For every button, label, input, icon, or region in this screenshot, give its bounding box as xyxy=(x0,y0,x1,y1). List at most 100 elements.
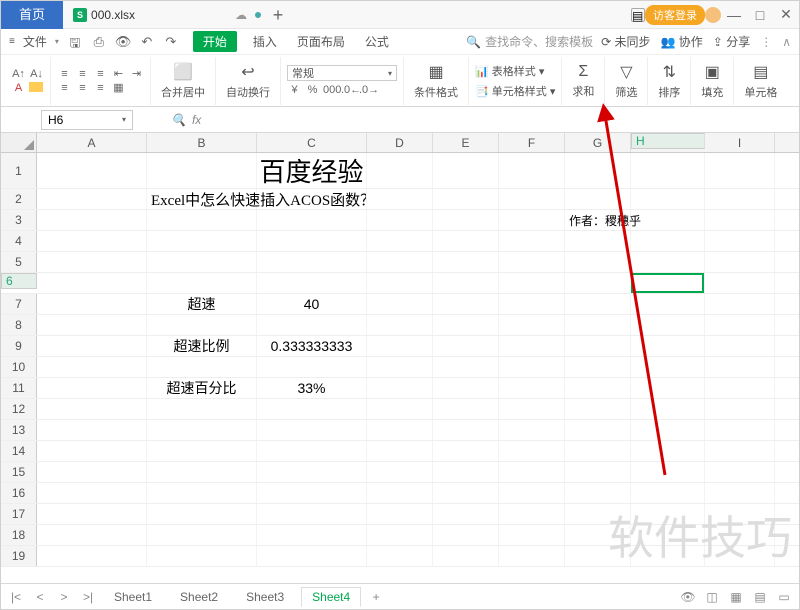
cell-G16[interactable] xyxy=(565,483,631,503)
row-header-16[interactable]: 16 xyxy=(1,483,37,503)
cell-G13[interactable] xyxy=(565,420,631,440)
indent-dec-icon[interactable]: ⇤ xyxy=(111,68,126,80)
cell-I16[interactable] xyxy=(705,483,775,503)
cell-B16[interactable] xyxy=(147,483,257,503)
view-reading-icon[interactable]: ▭ xyxy=(775,590,793,604)
cell-I10[interactable] xyxy=(705,357,775,377)
cell-A5[interactable] xyxy=(37,252,147,272)
align-middle-icon[interactable]: ≡ xyxy=(75,68,90,80)
cell-H12[interactable] xyxy=(631,399,705,419)
cell-B3[interactable] xyxy=(147,210,257,230)
close-button[interactable]: ✕ xyxy=(773,6,799,23)
search-box[interactable]: 🔍 查找命令、搜索模板 xyxy=(466,33,593,50)
merge-button[interactable]: ⬜合并居中 xyxy=(157,62,209,100)
cell-G1[interactable] xyxy=(565,153,631,188)
cell-I4[interactable] xyxy=(705,231,775,251)
cell-H11[interactable] xyxy=(631,378,705,398)
save-icon[interactable]: 🖫 xyxy=(67,34,83,50)
cell-G5[interactable] xyxy=(565,252,631,272)
cell-A13[interactable] xyxy=(37,420,147,440)
cell-G2[interactable] xyxy=(565,189,631,209)
cell-H13[interactable] xyxy=(631,420,705,440)
cell-F16[interactable] xyxy=(499,483,565,503)
cell-B7[interactable]: 超速 xyxy=(147,294,257,314)
cell-H7[interactable] xyxy=(631,294,705,314)
cell-E8[interactable] xyxy=(433,315,499,335)
align-right-icon[interactable]: ≡ xyxy=(93,82,108,94)
preview-icon[interactable]: 👁 xyxy=(115,34,131,50)
cell-G18[interactable] xyxy=(565,525,631,545)
cell-E3[interactable] xyxy=(433,210,499,230)
cell-A12[interactable] xyxy=(37,399,147,419)
cell-I3[interactable] xyxy=(705,210,775,230)
cell-C12[interactable] xyxy=(257,399,367,419)
row-header-19[interactable]: 19 xyxy=(1,546,37,566)
row-header-13[interactable]: 13 xyxy=(1,420,37,440)
cell-I15[interactable] xyxy=(705,462,775,482)
cell-C15[interactable] xyxy=(257,462,367,482)
cell-A9[interactable] xyxy=(37,336,147,356)
cell-E12[interactable] xyxy=(433,399,499,419)
cell-B4[interactable] xyxy=(147,231,257,251)
cell-D6[interactable] xyxy=(367,273,433,293)
cell-A19[interactable] xyxy=(37,546,147,566)
cell-F5[interactable] xyxy=(499,252,565,272)
col-header-C[interactable]: C xyxy=(257,133,367,152)
cell-I14[interactable] xyxy=(705,441,775,461)
align-bottom-icon[interactable]: ≡ xyxy=(93,68,108,80)
share-button[interactable]: ⇪ 分享 xyxy=(713,33,750,50)
cell-B2[interactable]: Excel中怎么快速插入ACOS函数？ xyxy=(147,189,257,209)
cell-I18[interactable] xyxy=(705,525,775,545)
cell-G6[interactable] xyxy=(565,273,631,293)
cell-E13[interactable] xyxy=(433,420,499,440)
cell-D9[interactable] xyxy=(367,336,433,356)
comma-icon[interactable]: 000 xyxy=(323,84,338,96)
cell-D10[interactable] xyxy=(367,357,433,377)
cell-I2[interactable] xyxy=(705,189,775,209)
row-header-7[interactable]: 7 xyxy=(1,294,37,314)
cell-B15[interactable] xyxy=(147,462,257,482)
decrease-font-icon[interactable]: A↓ xyxy=(29,68,44,80)
cell-B11[interactable]: 超速百分比 xyxy=(147,378,257,398)
avatar-icon[interactable] xyxy=(705,7,721,23)
unsynced-button[interactable]: ⟳ 未同步 xyxy=(601,33,650,50)
row-header-10[interactable]: 10 xyxy=(1,357,37,377)
row-header-3[interactable]: 3 xyxy=(1,210,37,230)
cell-B17[interactable] xyxy=(147,504,257,524)
cell-H14[interactable] xyxy=(631,441,705,461)
sum-button[interactable]: Σ求和 xyxy=(568,63,598,99)
cell-E5[interactable] xyxy=(433,252,499,272)
cell-C6[interactable] xyxy=(257,273,367,293)
cell-I7[interactable] xyxy=(705,294,775,314)
cell-C14[interactable] xyxy=(257,441,367,461)
cell-I19[interactable] xyxy=(705,546,775,566)
cell-A15[interactable] xyxy=(37,462,147,482)
cell-G19[interactable] xyxy=(565,546,631,566)
cell-F17[interactable] xyxy=(499,504,565,524)
prev-sheet-icon[interactable]: < xyxy=(31,590,49,604)
currency-icon[interactable]: ¥ xyxy=(287,84,302,96)
align-top-icon[interactable]: ≡ xyxy=(57,68,72,80)
cell-C13[interactable] xyxy=(257,420,367,440)
search-fx-icon[interactable]: 🔍 xyxy=(171,113,186,127)
view-split-icon[interactable]: ◫ xyxy=(703,590,721,604)
cell-F4[interactable] xyxy=(499,231,565,251)
table-style-button[interactable]: 📊 表格样式 ▾ xyxy=(475,63,555,79)
cell-E16[interactable] xyxy=(433,483,499,503)
cell-A4[interactable] xyxy=(37,231,147,251)
add-sheet-icon[interactable]: + xyxy=(367,590,385,604)
cell-style-button[interactable]: 📑 单元格样式 ▾ xyxy=(475,83,555,99)
col-header-H[interactable]: H xyxy=(631,133,705,149)
select-all-corner[interactable] xyxy=(1,133,37,152)
col-header-B[interactable]: B xyxy=(147,133,257,152)
cell-C19[interactable] xyxy=(257,546,367,566)
wrap-button[interactable]: ↩自动换行 xyxy=(222,62,274,100)
cell-G4[interactable] xyxy=(565,231,631,251)
sheet-tab-1[interactable]: Sheet1 xyxy=(103,587,163,607)
row-header-14[interactable]: 14 xyxy=(1,441,37,461)
row-header-9[interactable]: 9 xyxy=(1,336,37,356)
cell-H16[interactable] xyxy=(631,483,705,503)
number-format-select[interactable]: 常规▾ xyxy=(287,65,397,81)
sort-button[interactable]: ⇅排序 xyxy=(654,62,684,100)
tab-start[interactable]: 开始 xyxy=(193,31,237,52)
